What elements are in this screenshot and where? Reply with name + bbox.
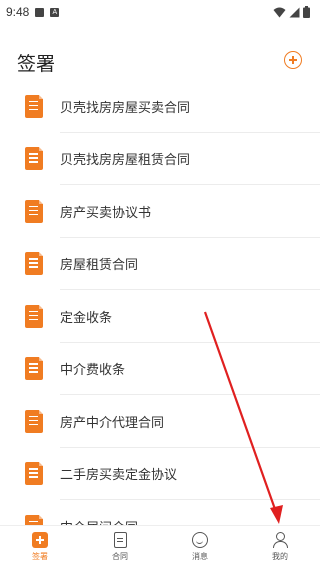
list-item[interactable]: 中介居间合同: [0, 500, 320, 525]
tab-contract[interactable]: 合同: [80, 526, 160, 568]
signal-icon: [289, 7, 300, 17]
list-item[interactable]: 二手房买卖定金协议: [0, 448, 320, 501]
document-icon: [25, 357, 43, 381]
list-item-label: 定金收条: [60, 310, 113, 326]
list-item[interactable]: 中介费收条: [0, 343, 320, 396]
document-icon: [25, 409, 43, 433]
tab-message[interactable]: 消息: [160, 526, 240, 568]
list-item-label: 房产买卖协议书: [60, 205, 152, 221]
plus-circle-icon[interactable]: [284, 51, 302, 69]
list-item[interactable]: 贝壳找房房屋买卖合同: [0, 80, 320, 133]
list-item-label: 房产中介代理合同: [60, 415, 165, 431]
list-item-label: 贝壳找房房屋买卖合同: [60, 100, 191, 116]
page-header: 签署: [0, 46, 320, 76]
list-item[interactable]: 定金收条: [0, 290, 320, 343]
list-item-label: 贝壳找房房屋租赁合同: [60, 153, 191, 169]
bottom-tab-bar: 签署 合同 消息 我的: [0, 525, 320, 568]
document-icon: [25, 199, 43, 223]
document-icon: [25, 304, 43, 328]
status-time: 9:48: [6, 5, 30, 19]
tab-me[interactable]: 我的: [240, 526, 320, 568]
tab-label: 消息: [192, 552, 208, 561]
a-notification-icon: A: [50, 7, 60, 17]
message-icon: [192, 532, 208, 548]
list-item[interactable]: 房产中介代理合同: [0, 395, 320, 448]
list-item-label: 中介费收条: [60, 363, 126, 379]
document-icon: [25, 147, 43, 171]
wifi-icon: [273, 7, 286, 17]
status-bar: 9:48 A: [0, 0, 320, 24]
contract-template-list: 贝壳找房房屋买卖合同 贝壳找房房屋租赁合同 房产买卖协议书 房屋租赁合同 定金收…: [0, 80, 320, 525]
list-item-label: 二手房买卖定金协议: [60, 468, 178, 484]
document-icon: [25, 514, 43, 525]
page-title: 签署: [17, 53, 56, 75]
list-item[interactable]: 房产买卖协议书: [0, 185, 320, 238]
list-item[interactable]: 贝壳找房房屋租赁合同: [0, 133, 320, 186]
user-icon: [272, 532, 288, 548]
document-icon: [25, 462, 43, 486]
tab-label: 我的: [272, 552, 288, 561]
tab-sign[interactable]: 签署: [0, 526, 80, 568]
list-item-label: 房屋租赁合同: [60, 258, 139, 274]
tab-label: 合同: [112, 552, 128, 561]
contract-icon: [113, 532, 127, 548]
image-notification-icon: [35, 7, 45, 17]
list-item-label: 中介居间合同: [60, 517, 138, 525]
sign-icon: [32, 532, 48, 548]
tab-label: 签署: [32, 552, 48, 561]
battery-icon: [303, 6, 310, 18]
document-icon: [25, 252, 43, 276]
list-item[interactable]: 房屋租赁合同: [0, 238, 320, 291]
document-icon: [25, 94, 43, 118]
